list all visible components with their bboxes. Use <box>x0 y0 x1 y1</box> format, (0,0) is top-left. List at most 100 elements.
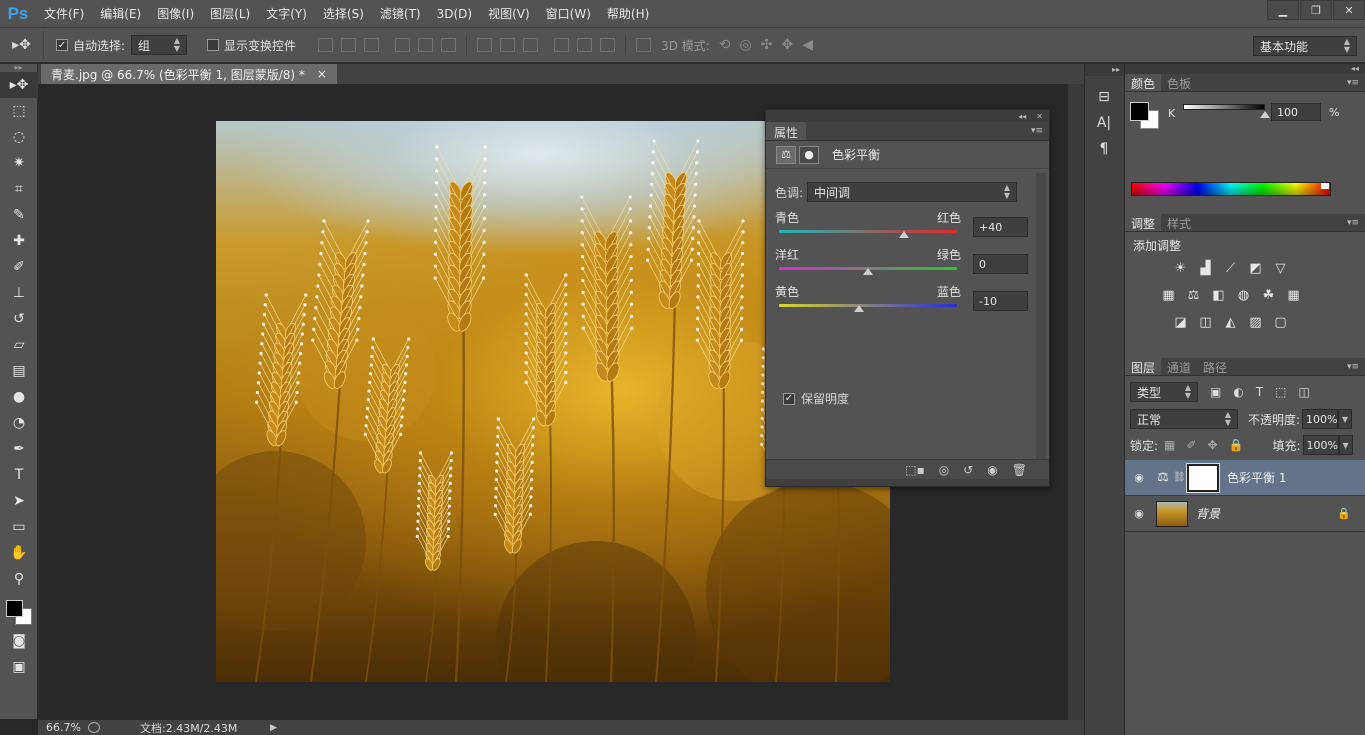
visibility-eye-icon[interactable]: ◉ <box>987 463 997 477</box>
pen-tool-icon[interactable]: ✒ <box>0 436 38 462</box>
magic-wand-tool-icon[interactable]: ✷ <box>0 150 38 176</box>
auto-select-target-select[interactable]: 组 ▲ ▼ <box>131 35 188 55</box>
delete-icon[interactable]: 🗑 <box>1012 463 1027 477</box>
slider-value-field[interactable]: +40 <box>973 217 1028 237</box>
tab-styles[interactable]: 样式 <box>1161 214 1197 231</box>
lock-transparent-icon[interactable]: ▦ <box>1164 438 1175 452</box>
panel-grip-icon[interactable]: ▸▸ <box>0 64 37 72</box>
3d-rotate-icon[interactable]: ⟲ <box>719 37 731 53</box>
lock-image-icon[interactable]: ✐ <box>1186 438 1196 452</box>
visibility-eye-icon[interactable]: ◉ <box>1125 471 1153 484</box>
menu-3d[interactable]: 3D(D) <box>429 7 480 21</box>
color-lookup-icon[interactable]: ▦ <box>1284 287 1303 304</box>
slider-track[interactable] <box>779 304 957 307</box>
eraser-tool-icon[interactable]: ▱ <box>0 332 38 358</box>
view-previous-icon[interactable]: ◎ <box>939 463 949 477</box>
tab-layers[interactable]: 图层 <box>1125 358 1162 375</box>
marquee-tool-icon[interactable]: ⬚ <box>0 98 38 124</box>
fill-field[interactable]: 100% <box>1302 435 1339 455</box>
tab-paths[interactable]: 路径 <box>1197 358 1233 375</box>
k-value-field[interactable]: 100 <box>1271 103 1321 121</box>
panel-menu-icon[interactable]: ▾≡ <box>1347 362 1359 372</box>
invert-icon[interactable]: ◪ <box>1171 314 1190 331</box>
hue-saturation-icon[interactable]: ▦ <box>1159 287 1178 304</box>
menu-window[interactable]: 窗口(W) <box>538 5 599 22</box>
tab-channels[interactable]: 通道 <box>1161 358 1197 375</box>
align-bottom-icon[interactable] <box>364 38 380 52</box>
close-tab-icon[interactable]: × <box>317 67 327 81</box>
healing-brush-tool-icon[interactable]: ✚ <box>0 228 38 254</box>
preserve-luminosity-checkbox[interactable]: ✓ <box>783 392 795 405</box>
distribute-right-icon[interactable] <box>600 38 616 52</box>
3d-roll-icon[interactable]: ◎ <box>740 37 752 53</box>
balance-icon[interactable]: ⚖ <box>776 145 796 164</box>
gradient-tool-icon[interactable]: ▤ <box>0 358 38 384</box>
menu-file[interactable]: 文件(F) <box>36 5 92 22</box>
close-panel-icon[interactable]: ✕ <box>1036 112 1043 121</box>
auto-align-icon[interactable] <box>636 38 652 52</box>
align-top-icon[interactable] <box>318 38 334 52</box>
curves-icon[interactable]: ⟋ <box>1221 260 1240 277</box>
collapse-dock-icon[interactable]: ◂◂ <box>1125 64 1365 74</box>
distribute-left-icon[interactable] <box>554 38 570 52</box>
canvas-scrollbar[interactable] <box>1068 84 1084 720</box>
distribute-hcenter-icon[interactable] <box>577 38 593 52</box>
align-left-icon[interactable] <box>395 38 411 52</box>
blur-tool-icon[interactable]: ● <box>0 384 38 410</box>
white-swatch[interactable] <box>1321 183 1329 189</box>
lasso-tool-icon[interactable]: ◌ <box>0 124 38 150</box>
fill-dropdown-icon[interactable]: ▼ <box>1338 435 1353 455</box>
auto-select-checkbox[interactable]: ✓ <box>56 39 68 51</box>
slider-track[interactable] <box>779 230 957 233</box>
link-chain-icon[interactable]: ⛓ <box>1173 472 1186 483</box>
brightness-contrast-icon[interactable]: ☀ <box>1171 260 1190 277</box>
minimize-button[interactable]: ▁ <box>1267 0 1299 20</box>
filter-pixel-icon[interactable]: ▣ <box>1210 385 1221 399</box>
black-white-icon[interactable]: ◧ <box>1209 287 1228 304</box>
3d-scale-icon[interactable]: ◀ <box>802 37 813 53</box>
foreground-color-swatch[interactable] <box>1130 102 1149 121</box>
selective-color-icon[interactable]: ▢ <box>1271 314 1290 331</box>
layer-filter-select[interactable]: 类型 ▲ ▼ <box>1130 382 1198 402</box>
visibility-eye-icon[interactable]: ◉ <box>1125 507 1153 520</box>
menu-edit[interactable]: 编辑(E) <box>92 5 149 22</box>
foreground-color-swatch[interactable] <box>6 600 23 617</box>
clip-to-layer-icon[interactable]: ⬚▪ <box>905 463 924 477</box>
screen-mode-icon[interactable]: ▣ <box>0 654 38 680</box>
photo-filter-icon[interactable]: ◍ <box>1234 287 1253 304</box>
panel-resize-grip[interactable] <box>766 479 1049 486</box>
layer-name[interactable]: 色彩平衡 1 <box>1227 469 1286 486</box>
status-menu-arrow-icon[interactable]: ▶ <box>270 723 277 733</box>
proof-icon[interactable] <box>88 722 100 733</box>
filter-shape-icon[interactable]: ⬚ <box>1275 385 1286 399</box>
tab-properties[interactable]: 属性 <box>766 122 807 140</box>
distribute-vcenter-icon[interactable] <box>500 38 516 52</box>
shape-tool-icon[interactable]: ▭ <box>0 514 38 540</box>
path-selection-tool-icon[interactable]: ➤ <box>0 488 38 514</box>
layer-mask-thumbnail[interactable] <box>1186 462 1220 493</box>
panel-menu-icon[interactable]: ▾≡ <box>1347 218 1359 228</box>
filter-type-icon[interactable]: T <box>1256 385 1263 399</box>
menu-image[interactable]: 图像(I) <box>149 5 202 22</box>
layer-name[interactable]: 背景 <box>1196 505 1220 522</box>
history-panel-icon[interactable]: ⊟ <box>1085 84 1123 110</box>
color-spectrum[interactable] <box>1131 182 1331 196</box>
posterize-icon[interactable]: ◫ <box>1196 314 1215 331</box>
menu-filter[interactable]: 滤镜(T) <box>372 5 429 22</box>
filter-adjustment-icon[interactable]: ◐ <box>1233 385 1243 399</box>
blend-mode-select[interactable]: 正常 ▲ ▼ <box>1130 409 1238 429</box>
k-slider-thumb[interactable] <box>1260 111 1270 118</box>
k-slider-track[interactable] <box>1183 104 1265 110</box>
menu-help[interactable]: 帮助(H) <box>599 5 657 22</box>
document-tab[interactable]: 青麦.jpg @ 66.7% (色彩平衡 1, 图层蒙版/8) * × <box>41 64 337 84</box>
move-tool-icon[interactable]: ▸✥ <box>0 72 38 98</box>
threshold-icon[interactable]: ◭ <box>1221 314 1240 331</box>
levels-icon[interactable]: ▟ <box>1196 260 1215 277</box>
slider-thumb[interactable] <box>854 305 865 312</box>
align-right-icon[interactable] <box>441 38 457 52</box>
move-tool-preset-icon[interactable]: ▸✥ <box>0 31 44 59</box>
align-vcenter-icon[interactable] <box>341 38 357 52</box>
layer-thumbnail[interactable] <box>1156 500 1188 527</box>
crop-tool-icon[interactable]: ⌗ <box>0 176 38 202</box>
tab-swatches[interactable]: 色板 <box>1161 74 1197 91</box>
